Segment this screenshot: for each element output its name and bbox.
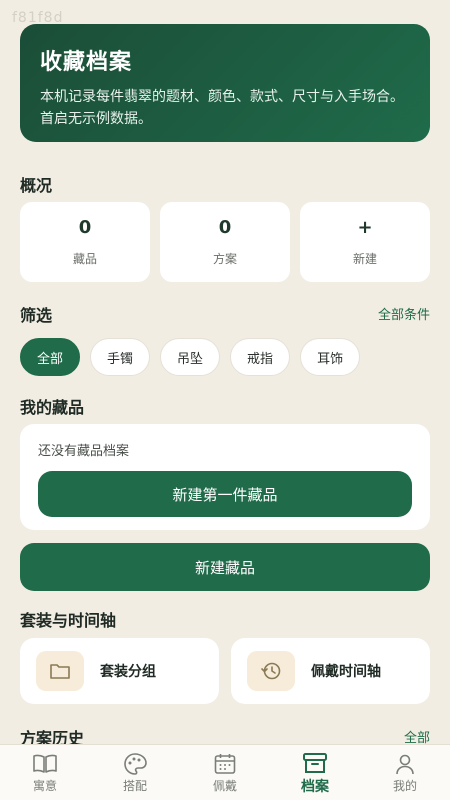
- set-group-label: 套装分组: [100, 664, 156, 680]
- chip-all[interactable]: 全部: [20, 338, 81, 376]
- tab-label: 搭配: [122, 779, 147, 793]
- collection-title: 我的藏品: [20, 398, 85, 417]
- create-item-button[interactable]: 新建藏品: [20, 543, 430, 591]
- all-conditions-link[interactable]: 全部条件: [378, 304, 430, 323]
- stat-value: 0: [218, 217, 232, 238]
- book-icon: [32, 751, 58, 777]
- user-icon: [393, 751, 417, 777]
- tab-label: 档案: [301, 778, 329, 795]
- tab-me[interactable]: 我的: [360, 745, 450, 800]
- timeline-label: 佩戴时间轴: [311, 664, 381, 680]
- archive-icon: [302, 750, 328, 776]
- filter-chips: 全部 手镯 吊坠 戒指 耳饰: [20, 338, 361, 376]
- stat-value: 0: [78, 217, 92, 238]
- chip-earring[interactable]: 耳饰: [300, 338, 361, 376]
- tab-match[interactable]: 搭配: [90, 745, 180, 800]
- overview-stats: 0 藏品 0 方案 + 新建: [20, 202, 430, 282]
- calendar-icon: [213, 751, 237, 777]
- chip-ring[interactable]: 戒指: [230, 338, 291, 376]
- tab-archive[interactable]: 档案: [270, 745, 360, 800]
- sets-row: 套装分组 佩戴时间轴: [20, 638, 430, 704]
- tab-label: 佩戴: [212, 779, 237, 793]
- stat-label: 新建: [352, 252, 377, 266]
- stat-card-items: 0 藏品: [20, 202, 150, 282]
- filter-title: 筛选: [20, 306, 53, 325]
- tab-label: 寓意: [32, 779, 57, 793]
- tab-wear[interactable]: 佩戴: [180, 745, 270, 800]
- stat-card-new-button[interactable]: + 新建: [300, 202, 430, 282]
- timeline-card[interactable]: 佩戴时间轴: [231, 638, 430, 704]
- archive-page: f81f8d 收藏档案 本机记录每件翡翠的题材、颜色、款式、尺寸与入手场合。首启…: [0, 0, 450, 800]
- empty-state-text: 还没有藏品档案: [38, 444, 130, 459]
- empty-collection-card: 还没有藏品档案 新建第一件藏品: [20, 424, 430, 530]
- history-icon: [247, 651, 295, 691]
- create-first-item-button[interactable]: 新建第一件藏品: [38, 471, 412, 517]
- folder-icon: [36, 651, 84, 691]
- hero-banner: 收藏档案 本机记录每件翡翠的题材、颜色、款式、尺寸与入手场合。首启无示例数据。: [20, 24, 430, 142]
- page-title: 收藏档案: [40, 50, 133, 75]
- hero-description: 本机记录每件翡翠的题材、颜色、款式、尺寸与入手场合。首启无示例数据。: [40, 89, 404, 127]
- tab-meaning[interactable]: 寓意: [0, 745, 90, 800]
- overview-title: 概况: [20, 176, 53, 195]
- stat-card-plans: 0 方案: [160, 202, 290, 282]
- stat-label: 方案: [212, 252, 237, 266]
- sets-title: 套装与时间轴: [20, 611, 117, 630]
- stat-label: 藏品: [72, 252, 97, 266]
- plus-icon: +: [357, 217, 373, 238]
- palette-icon: [122, 751, 148, 777]
- set-group-card[interactable]: 套装分组: [20, 638, 219, 704]
- tab-label: 我的: [392, 779, 417, 793]
- bottom-tab-bar: 寓意 搭配 佩戴 档案 我的: [0, 744, 450, 800]
- chip-pendant[interactable]: 吊坠: [160, 338, 221, 376]
- chip-bracelet[interactable]: 手镯: [90, 338, 151, 376]
